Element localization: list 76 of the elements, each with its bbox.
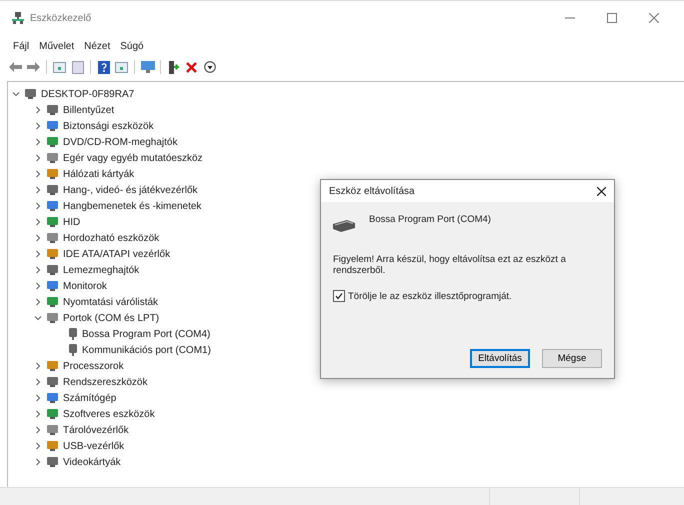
- tree-item[interactable]: Hangbemenetek és -kimenetek: [63, 200, 202, 212]
- tree-item[interactable]: Rendszereszközök: [63, 376, 148, 388]
- tree-item[interactable]: Biztonsági eszközök: [63, 120, 154, 132]
- window-icon[interactable]: [70, 60, 85, 74]
- checkbox[interactable]: [333, 290, 345, 302]
- dialog-title: Eszköz eltávolítása: [329, 186, 415, 196]
- device-icon: [46, 440, 59, 452]
- port-icon: [68, 344, 78, 356]
- window-icon[interactable]: [52, 60, 67, 74]
- device-icon: [46, 104, 59, 116]
- menu-item[interactable]: Fájl: [8, 38, 34, 54]
- tree-item[interactable]: Portok (COM és LPT): [63, 312, 160, 324]
- forward-icon[interactable]: [26, 60, 41, 74]
- help-icon[interactable]: [96, 60, 111, 74]
- collapse-icon[interactable]: [34, 314, 42, 322]
- tree-item[interactable]: Bossa Program Port (COM4): [82, 328, 210, 340]
- device-icon: [46, 376, 59, 388]
- menu-item[interactable]: Súgó: [115, 38, 149, 54]
- device-icon: [46, 456, 59, 468]
- close-icon[interactable]: [597, 186, 606, 196]
- tree-item[interactable]: Monitorok: [63, 280, 107, 292]
- tree-item[interactable]: HID: [63, 216, 80, 228]
- tree-item[interactable]: Egér vagy egyéb mutatóeszköz: [63, 152, 203, 164]
- device-icon: [46, 280, 59, 292]
- device-icon: [46, 120, 59, 132]
- maximize-icon[interactable]: [607, 13, 617, 23]
- dialog-button[interactable]: Mégse: [542, 349, 602, 368]
- device-icon: [46, 200, 59, 212]
- tree-item[interactable]: Billentyűzet: [63, 104, 114, 116]
- window-icon[interactable]: [114, 60, 129, 74]
- tree-item[interactable]: Videokártyák: [63, 456, 121, 468]
- tree-item[interactable]: Hang-, videó- és játékvezérlők: [63, 184, 198, 196]
- tree-item[interactable]: DESKTOP-0F89RA7: [41, 88, 134, 100]
- collapse-icon[interactable]: [12, 90, 20, 98]
- monitor-icon[interactable]: [140, 60, 155, 74]
- checkbox-label[interactable]: Törölje le az eszköz illesztőprogramját.: [348, 290, 512, 302]
- app-icon: [12, 12, 24, 24]
- port-icon: [333, 220, 355, 232]
- remove-icon[interactable]: [184, 60, 199, 74]
- tree-item[interactable]: Processzorok: [63, 360, 124, 372]
- window-title: Eszközkezelő: [30, 12, 92, 24]
- device-icon: [46, 248, 59, 260]
- warning-text: Figyelem! Arra készül, hogy eltávolítsa ezt az eszközt a rendszerből.: [333, 254, 567, 276]
- tree-item[interactable]: Hálózati kártyák: [63, 168, 134, 180]
- tree-item[interactable]: Lemezmeghajtók: [63, 264, 140, 276]
- tree-item[interactable]: Számítógép: [63, 392, 116, 404]
- tree-item[interactable]: Hordozható eszközök: [63, 232, 160, 244]
- tree-item[interactable]: Tárolóvezérlők: [63, 424, 129, 436]
- tree-item[interactable]: Szoftveres eszközök: [63, 408, 155, 420]
- device-icon: [46, 424, 59, 436]
- device-icon: [46, 152, 59, 164]
- menu-item[interactable]: Nézet: [79, 38, 116, 54]
- device-icon: [46, 184, 59, 196]
- device-icon: [46, 264, 59, 276]
- tree-item[interactable]: Kommunikációs port (COM1): [82, 344, 211, 356]
- device-icon: [46, 408, 59, 420]
- tree-item[interactable]: USB-vezérlők: [63, 440, 124, 452]
- device-icon: [46, 296, 59, 308]
- device-icon: [46, 360, 59, 372]
- device-icon: [46, 392, 59, 404]
- menu-item[interactable]: Művelet: [34, 38, 80, 54]
- device-icon: [24, 88, 37, 100]
- device-icon: [46, 312, 59, 324]
- device-icon: [46, 216, 59, 228]
- download-icon[interactable]: [202, 60, 217, 74]
- dialog-button[interactable]: Eltávolítás: [470, 349, 530, 368]
- tree-item[interactable]: DVD/CD-ROM-meghajtók: [63, 136, 178, 148]
- tree-item[interactable]: Nyomtatási várólisták: [63, 296, 158, 308]
- tree-item[interactable]: IDE ATA/ATAPI vezérlők: [63, 248, 170, 260]
- device-icon: [46, 232, 59, 244]
- device-icon: [46, 168, 59, 180]
- back-icon[interactable]: [8, 60, 23, 74]
- add-device-icon[interactable]: [166, 60, 181, 74]
- port-icon: [68, 328, 78, 340]
- device-name: Bossa Program Port (COM4): [369, 214, 491, 225]
- device-icon: [46, 136, 59, 148]
